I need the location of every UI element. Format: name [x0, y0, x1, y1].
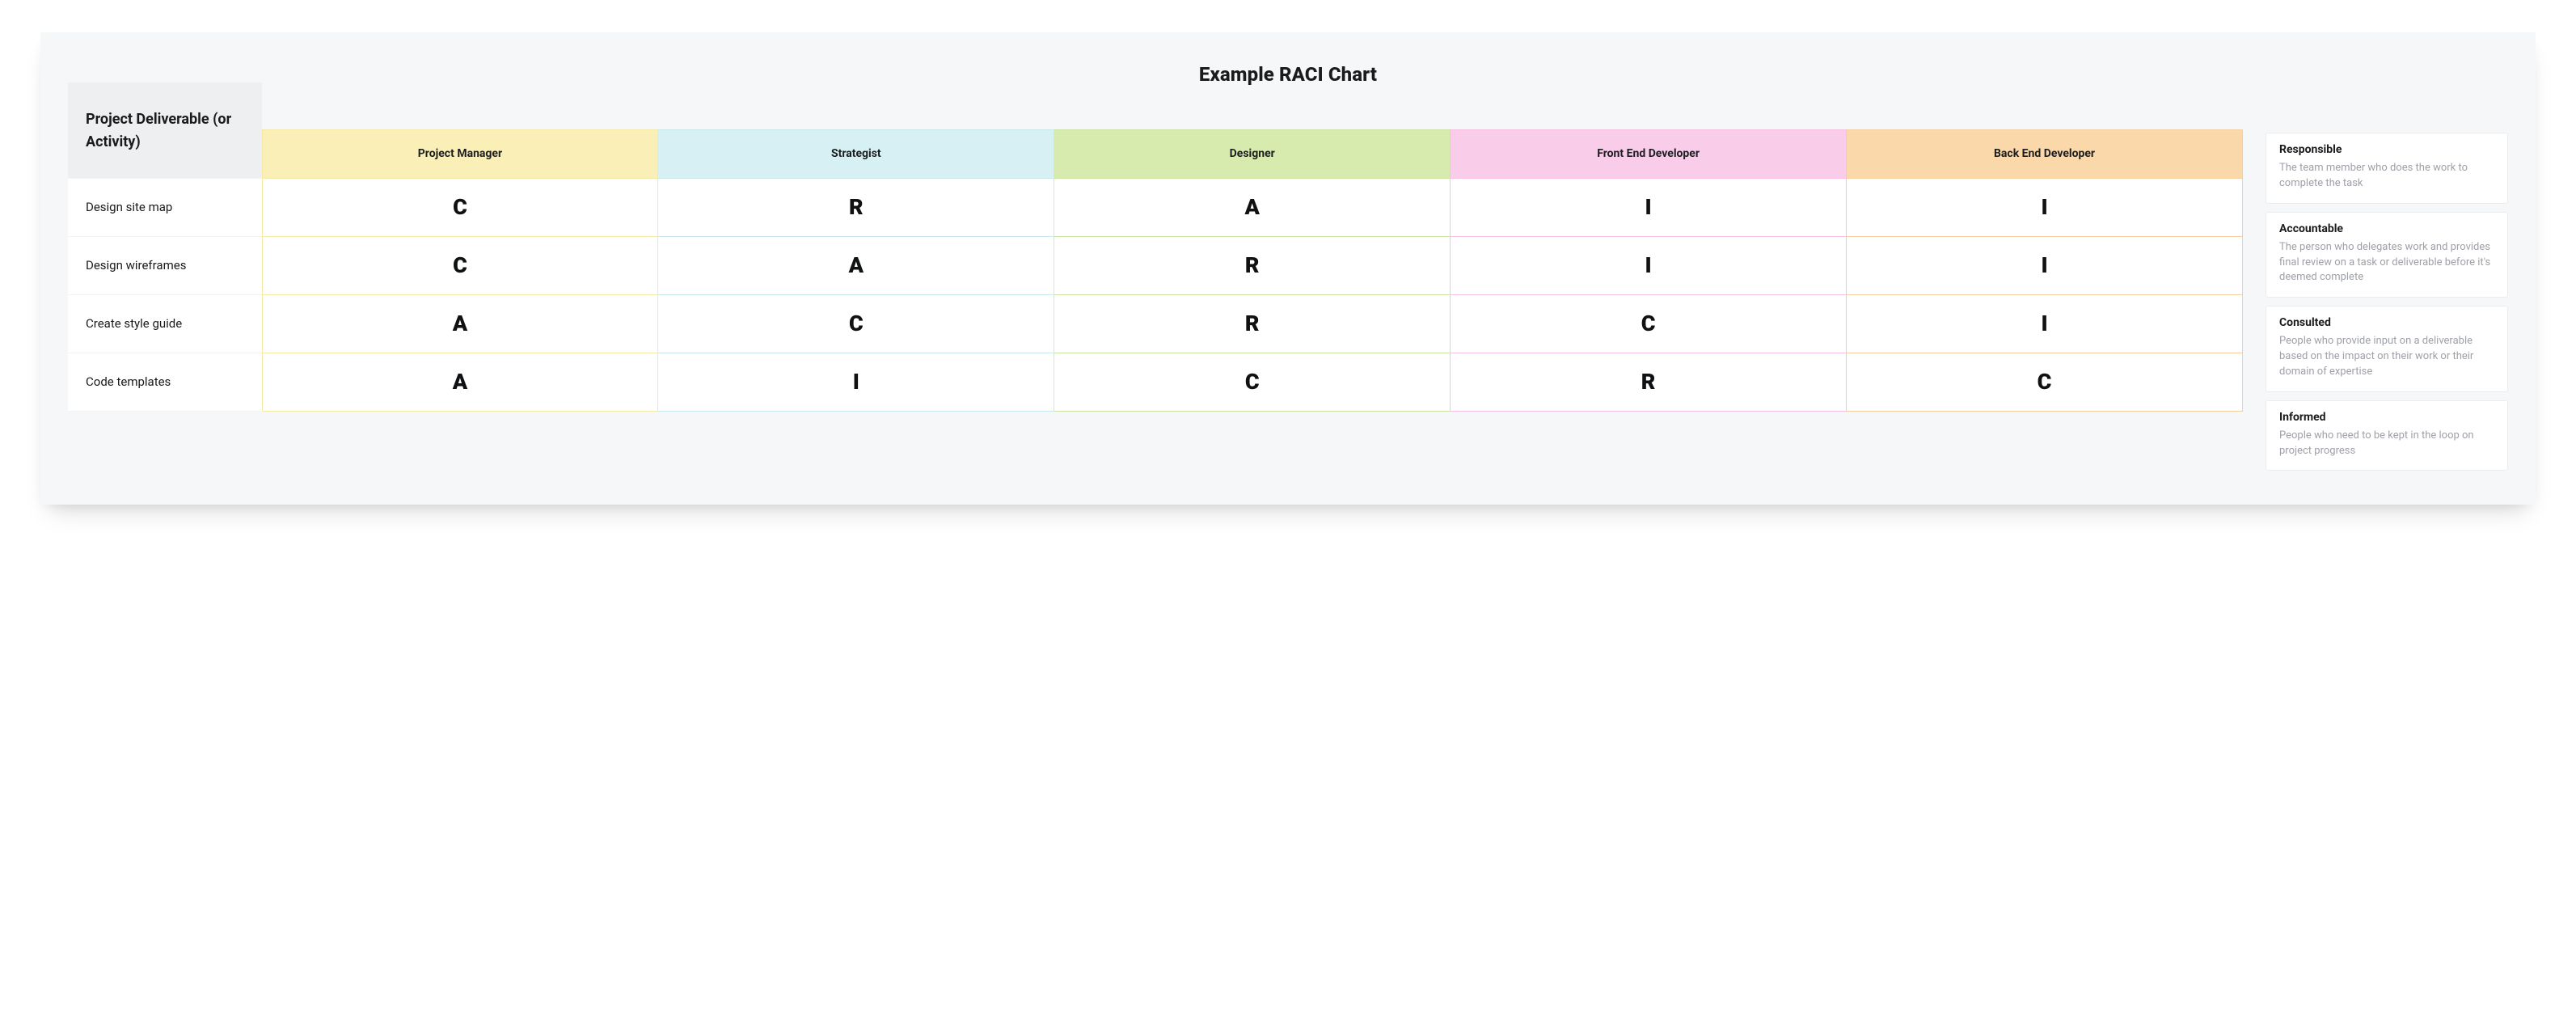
raci-cell: A — [262, 294, 658, 353]
raci-cell: R — [1054, 294, 1451, 353]
raci-cell: R — [658, 178, 1054, 236]
header-spacer-row: Project Deliverable (or Activity) — [68, 82, 2243, 129]
activity-label: Design site map — [68, 178, 262, 236]
role-header: Strategist — [658, 129, 1054, 178]
corner-header: Project Deliverable (or Activity) — [68, 82, 262, 178]
header-spacer — [262, 82, 2243, 129]
table-row: Design wireframesCARII — [68, 236, 2243, 294]
raci-cell: R — [1451, 353, 1847, 411]
table-row: Code templatesAICRC — [68, 353, 2243, 411]
raci-cell: C — [1847, 353, 2243, 411]
activity-label: Code templates — [68, 353, 262, 411]
legend-definition: The person who delegates work and provid… — [2279, 240, 2494, 286]
raci-cell: I — [1451, 178, 1847, 236]
role-header: Project Manager — [262, 129, 658, 178]
legend-item: Informed People who need to be kept in th… — [2266, 400, 2508, 471]
raci-cell: A — [1054, 178, 1451, 236]
raci-cell: R — [1054, 236, 1451, 294]
raci-cell: I — [1451, 236, 1847, 294]
raci-cell: A — [262, 353, 658, 411]
raci-cell: I — [658, 353, 1054, 411]
raci-cell: C — [1054, 353, 1451, 411]
role-header: Front End Developer — [1451, 129, 1847, 178]
table-row: Create style guideACRCI — [68, 294, 2243, 353]
legend: Responsible The team member who does the … — [2266, 82, 2508, 471]
raci-cell: I — [1847, 236, 2243, 294]
content-layout: Project Deliverable (or Activity) Projec… — [68, 82, 2508, 471]
role-header: Designer — [1054, 129, 1451, 178]
table-row: Design site mapCRAII — [68, 178, 2243, 236]
legend-item: Consulted People who provide input on a d… — [2266, 306, 2508, 392]
raci-cell: C — [262, 178, 658, 236]
legend-term: Accountable — [2279, 222, 2494, 235]
activity-label: Design wireframes — [68, 236, 262, 294]
raci-cell: C — [262, 236, 658, 294]
roles-header-row: Project ManagerStrategistDesignerFront E… — [68, 129, 2243, 178]
raci-cell: I — [1847, 294, 2243, 353]
legend-definition: People who provide input on a deliverabl… — [2279, 334, 2494, 380]
activity-label: Create style guide — [68, 294, 262, 353]
raci-cell: C — [1451, 294, 1847, 353]
raci-cell: I — [1847, 178, 2243, 236]
legend-term: Informed — [2279, 411, 2494, 424]
legend-item: Accountable The person who delegates work… — [2266, 212, 2508, 298]
legend-definition: The team member who does the work to com… — [2279, 161, 2494, 192]
legend-item: Responsible The team member who does the … — [2266, 133, 2508, 204]
raci-table-wrap: Project Deliverable (or Activity) Projec… — [68, 82, 2243, 412]
legend-term: Consulted — [2279, 316, 2494, 329]
legend-definition: People who need to be kept in the loop o… — [2279, 429, 2494, 459]
raci-table: Project Deliverable (or Activity) Projec… — [68, 82, 2243, 412]
legend-term: Responsible — [2279, 143, 2494, 156]
raci-cell: C — [658, 294, 1054, 353]
raci-cell: A — [658, 236, 1054, 294]
raci-card: Example RACI Chart Project Deliverable (… — [40, 32, 2536, 505]
role-header: Back End Developer — [1847, 129, 2243, 178]
